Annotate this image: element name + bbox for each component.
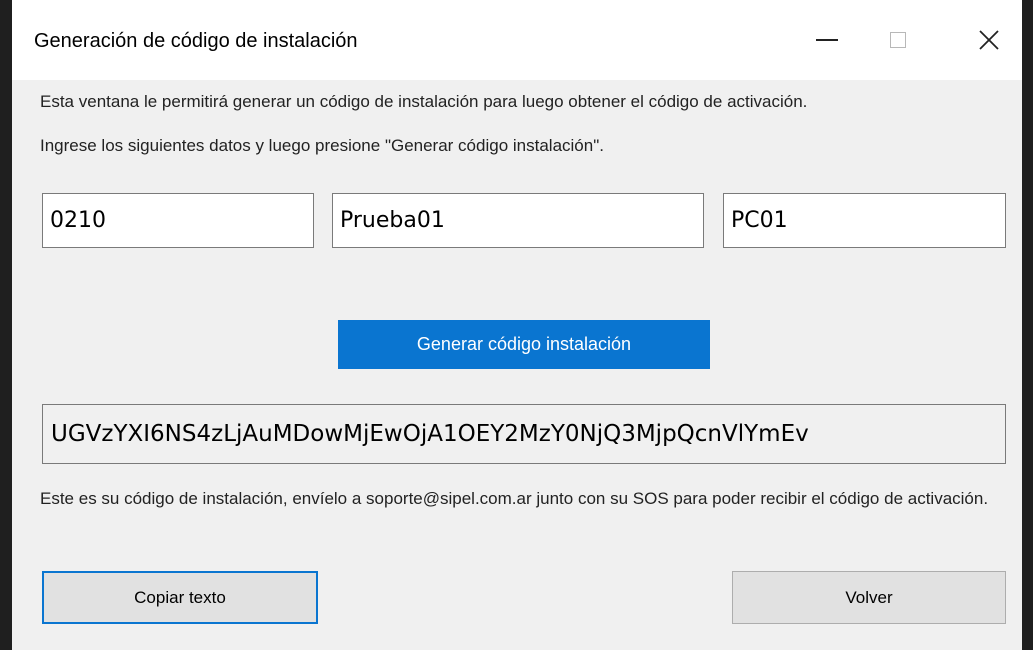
instruction-text-2: Ingrese los siguientes datos y luego pre… <box>40 136 604 155</box>
close-button[interactable] <box>959 10 1019 70</box>
minimize-icon <box>816 39 838 41</box>
close-icon <box>979 30 999 50</box>
installation-code-window: Generación de código de instalación Esta… <box>11 0 1023 650</box>
installation-note: Este es su código de instalación, envíel… <box>40 489 989 508</box>
client-code-input[interactable] <box>42 193 314 248</box>
instruction-text-1: Esta ventana le permitirá generar un cód… <box>40 92 808 111</box>
maximize-button <box>868 10 928 70</box>
copy-text-button[interactable]: Copiar texto <box>42 571 318 624</box>
maximize-icon <box>890 32 906 48</box>
installation-code-field[interactable]: UGVzYXI6NS4zLjAuMDowMjEwOjA1OEY2MzY0NjQ3… <box>42 404 1006 464</box>
back-button[interactable]: Volver <box>732 571 1006 624</box>
minimize-button[interactable] <box>797 10 857 70</box>
generate-code-button[interactable]: Generar código instalación <box>338 320 710 369</box>
pc-name-input[interactable] <box>723 193 1006 248</box>
window-title: Generación de código de instalación <box>34 30 358 52</box>
title-bar[interactable]: Generación de código de instalación <box>12 0 1022 80</box>
name-input[interactable] <box>332 193 704 248</box>
